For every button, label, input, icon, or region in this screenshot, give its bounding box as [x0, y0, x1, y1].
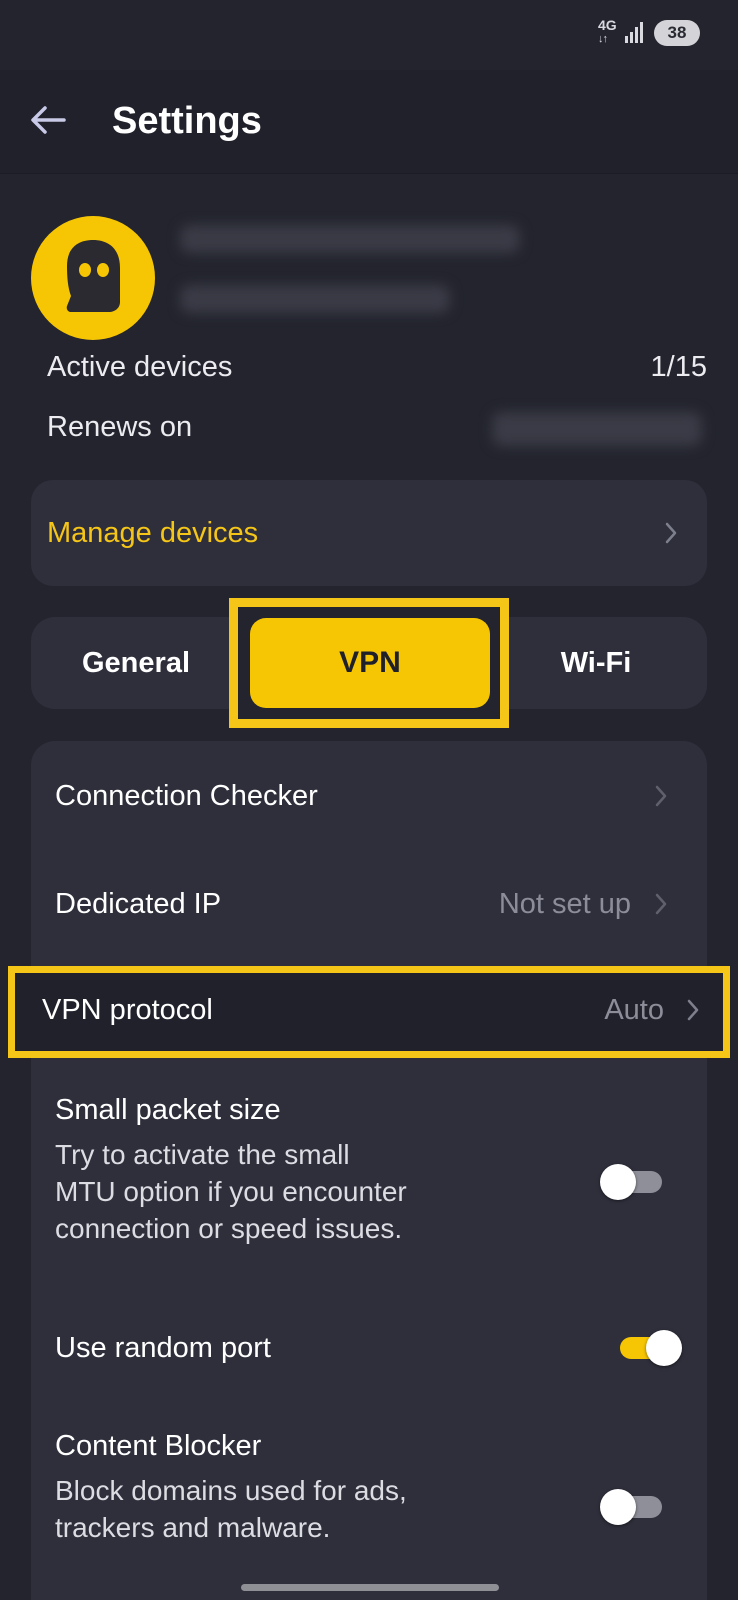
dedicated-ip-value: Not set up	[498, 888, 631, 920]
vpn-protocol-title: VPN protocol	[42, 994, 213, 1026]
active-devices-label: Active devices	[47, 351, 233, 383]
vpn-protocol-value: Auto	[604, 994, 664, 1026]
battery-indicator: 38	[654, 20, 700, 46]
cyberghost-ghost-icon	[31, 216, 155, 340]
random-port-row: Use random port	[31, 1320, 707, 1390]
status-bar: 4G ↓↑ 38	[0, 0, 738, 70]
account-plan-redacted	[180, 285, 450, 313]
app-header: Settings	[0, 70, 738, 174]
small-packet-size-row: Small packet size Try to activate the sm…	[31, 1090, 707, 1270]
connection-checker-title: Connection Checker	[55, 780, 318, 812]
tab-vpn[interactable]: VPN	[250, 618, 490, 708]
network-type-icon: 4G ↓↑	[598, 18, 622, 48]
connection-checker-row[interactable]: Connection Checker	[31, 746, 707, 846]
account-email-redacted	[180, 225, 520, 253]
small-packet-size-desc-line-1: Try to activate the small	[55, 1139, 350, 1170]
arrow-left-icon[interactable]	[28, 100, 68, 140]
content-blocker-title: Content Blocker	[55, 1430, 262, 1462]
small-packet-size-desc-line-2: MTU option if you encounter	[55, 1176, 407, 1207]
small-packet-size-title: Small packet size	[55, 1094, 281, 1126]
chevron-right-icon	[655, 785, 667, 807]
small-packet-size-toggle[interactable]	[600, 1164, 666, 1200]
network-type: 4G	[598, 17, 617, 33]
renewal-date-redacted	[492, 412, 702, 446]
tab-general[interactable]: General	[51, 617, 221, 709]
manage-devices-button[interactable]: Manage devices	[31, 480, 707, 586]
dedicated-ip-title: Dedicated IP	[55, 888, 222, 920]
vpn-protocol-row[interactable]: VPN protocol Auto	[8, 966, 730, 1058]
random-port-toggle[interactable]	[616, 1330, 682, 1366]
ghost-logo	[66, 240, 120, 312]
content-blocker-row: Content Blocker Block domains used for a…	[31, 1420, 707, 1570]
toggle-knob	[646, 1330, 682, 1366]
manage-devices-label: Manage devices	[47, 517, 259, 549]
home-indicator[interactable]	[241, 1584, 499, 1591]
small-packet-size-desc-line-3: connection or speed issues.	[55, 1213, 403, 1244]
random-port-title: Use random port	[55, 1332, 271, 1364]
chevron-right-icon	[665, 522, 677, 544]
renews-on-label: Renews on	[47, 411, 193, 443]
toggle-knob	[600, 1489, 636, 1525]
chevron-right-icon	[655, 893, 667, 915]
content-blocker-desc-line-2: trackers and malware.	[55, 1512, 331, 1543]
settings-screen: 4G ↓↑ 38 Settings Active devices 1/15 Re…	[0, 0, 738, 1600]
content-blocker-toggle[interactable]	[600, 1489, 666, 1525]
data-arrows-icon: ↓↑	[598, 33, 608, 45]
content-blocker-desc-line-1: Block domains used for ads,	[55, 1475, 407, 1506]
active-devices-value: 1/15	[650, 351, 707, 383]
chevron-right-icon	[687, 999, 699, 1021]
tab-wifi[interactable]: Wi-Fi	[501, 617, 691, 709]
page-title: Settings	[112, 100, 262, 142]
dedicated-ip-row[interactable]: Dedicated IP Not set up	[31, 856, 707, 956]
toggle-knob	[600, 1164, 636, 1200]
active-devices-row: Active devices 1/15	[47, 342, 707, 392]
signal-bars-icon	[625, 22, 643, 43]
